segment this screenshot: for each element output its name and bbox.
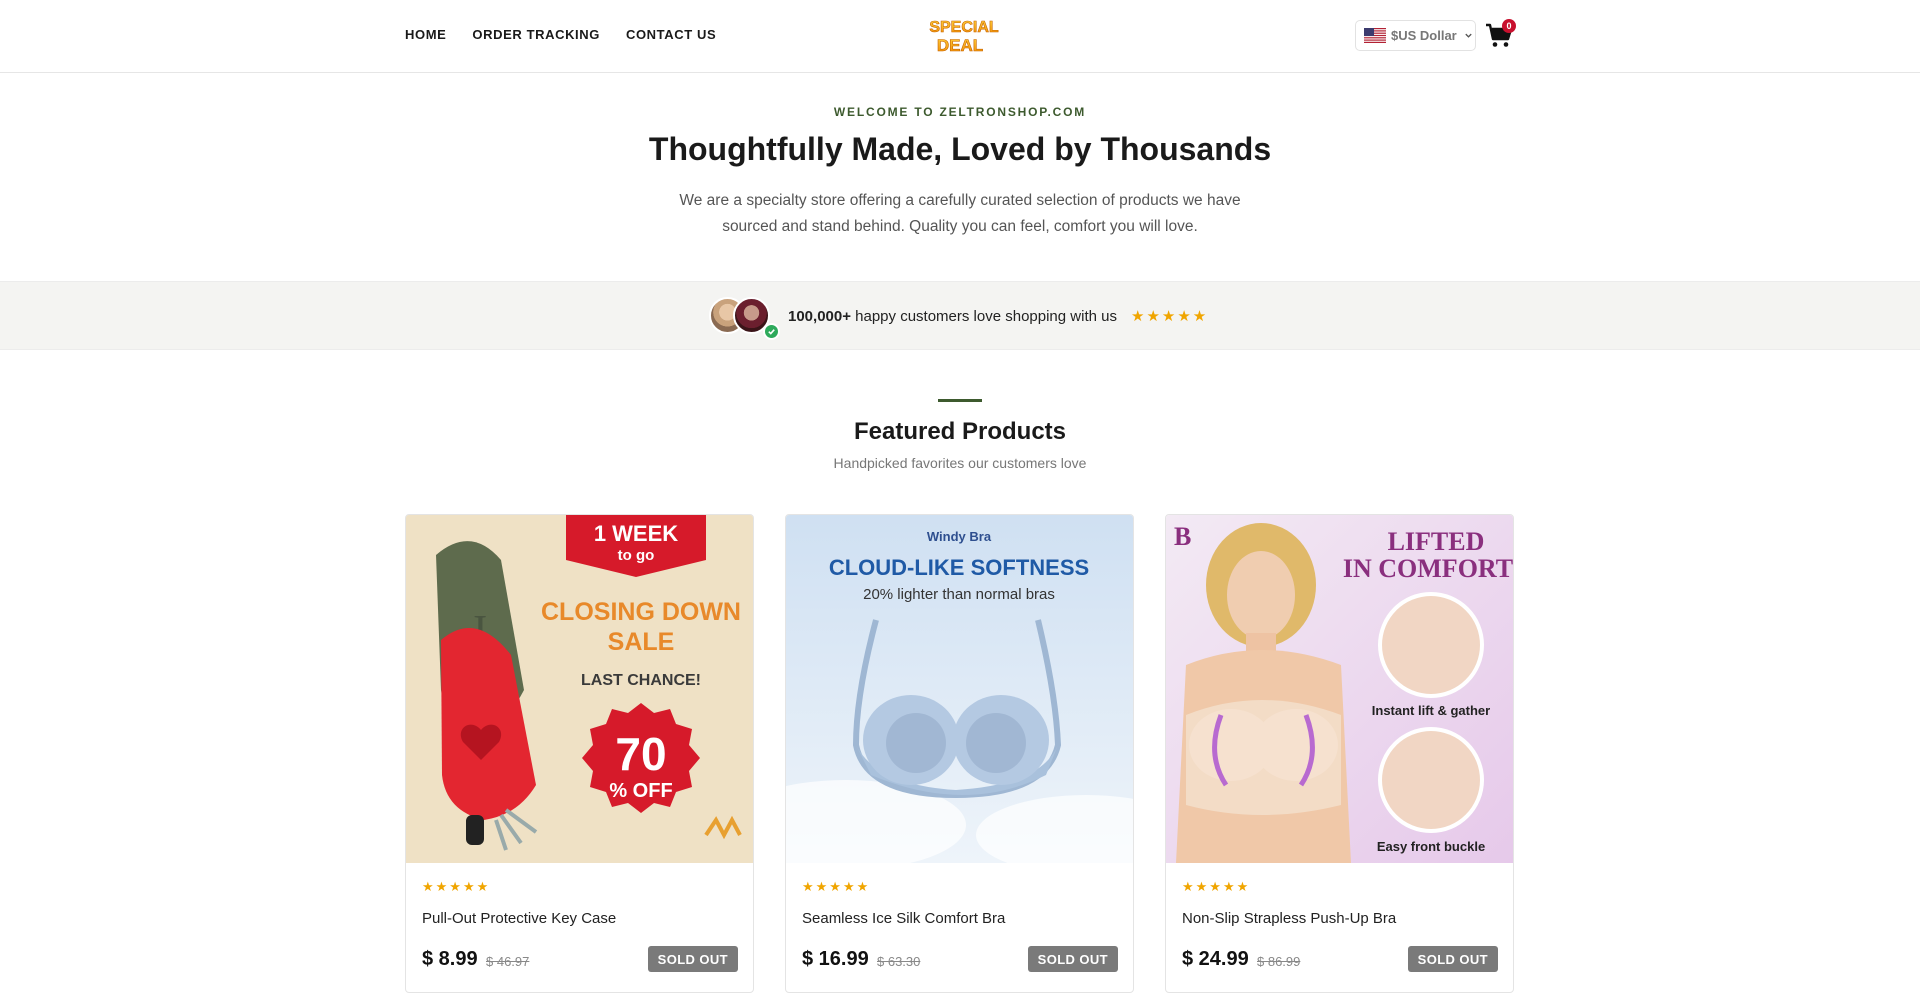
svg-text:70: 70 [615, 728, 666, 780]
logo-text-top: SPECIAL [929, 19, 999, 36]
special-deal-logo[interactable]: SPECIAL DEAL [926, 14, 1002, 56]
featured-subtitle: Handpicked favorites our customers love [833, 455, 1087, 471]
svg-text:Instant lift & gather: Instant lift & gather [1372, 703, 1490, 718]
product-old-price: $ 86.99 [1257, 954, 1301, 969]
svg-text:20% lighter than normal bras: 20% lighter than normal bras [863, 586, 1055, 603]
product-card[interactable]: Windy Bra CLOUD-LIKE SOFTNESS 20% lighte… [785, 514, 1134, 993]
product-image[interactable]: J 1 WEEK to go CLOSING DOWN SALE LAST CH… [406, 515, 753, 863]
product-price: $ 16.99 [802, 948, 869, 970]
svg-text:% OFF: % OFF [609, 780, 672, 802]
hero-description: We are a specialty store offering a care… [679, 192, 1241, 235]
svg-text:IN COMFORT: IN COMFORT [1343, 554, 1513, 583]
site-header: HOME ORDER TRACKING CONTACT US SPECIAL D… [0, 0, 1920, 73]
us-flag-icon [1364, 28, 1386, 43]
product-image[interactable]: Windy Bra CLOUD-LIKE SOFTNESS 20% lighte… [786, 515, 1133, 863]
social-proof-text: 100,000+ happy customers love shopping w… [788, 308, 1117, 325]
cart-count-badge: 0 [1502, 19, 1516, 33]
svg-text:Easy front buckle: Easy front buckle [1377, 839, 1485, 854]
svg-text:LAST CHANCE!: LAST CHANCE! [581, 672, 701, 689]
featured-title: Featured Products [853, 418, 1067, 445]
svg-text:to go: to go [618, 547, 655, 564]
svg-text:CLOUD-LIKE SOFTNESS: CLOUD-LIKE SOFTNESS [829, 555, 1089, 580]
svg-text:LIFTED: LIFTED [1388, 527, 1485, 556]
hero-eyebrow: WELCOME TO ZELTRONSHOP.COM [833, 105, 1087, 119]
section-divider [938, 399, 982, 402]
customer-count: 100,000+ [788, 308, 851, 325]
product-rating: ★★★★★ [1182, 879, 1251, 894]
svg-text:B: B [1174, 522, 1191, 551]
verified-check-icon [763, 323, 780, 340]
product-rating: ★★★★★ [802, 879, 871, 894]
social-proof-message: happy customers love shopping with us [850, 308, 1117, 325]
svg-text:SALE: SALE [608, 628, 675, 656]
logo-text-bottom: DEAL [937, 36, 983, 55]
hero-title: Thoughtfully Made, Loved by Thousands [648, 131, 1272, 167]
currency-label: $US Dollar [1391, 28, 1457, 43]
currency-selector[interactable]: $US Dollar [1355, 20, 1476, 51]
social-proof-bar: 100,000+ happy customers love shopping w… [0, 281, 1920, 350]
product-name[interactable]: Pull-Out Protective Key Case [422, 910, 616, 927]
product-rating: ★★★★★ [422, 879, 491, 894]
product-name[interactable]: Seamless Ice Silk Comfort Bra [802, 910, 1005, 927]
product-card[interactable]: J 1 WEEK to go CLOSING DOWN SALE LAST CH… [405, 514, 754, 993]
product-price: $ 8.99 [422, 948, 478, 970]
product-card[interactable]: B LIFTED IN COMFORT Instant lift & gathe… [1165, 514, 1514, 993]
sold-out-badge: SOLD OUT [1027, 946, 1118, 972]
customer-avatars [709, 297, 780, 340]
product-old-price: $ 46.97 [486, 954, 530, 969]
main-nav: HOME ORDER TRACKING CONTACT US [405, 27, 716, 42]
svg-text:1 WEEK: 1 WEEK [594, 521, 678, 546]
product-old-price: $ 63.30 [877, 954, 921, 969]
sold-out-badge: SOLD OUT [1407, 946, 1498, 972]
product-image[interactable]: B LIFTED IN COMFORT Instant lift & gathe… [1166, 515, 1513, 863]
product-price: $ 24.99 [1182, 948, 1249, 970]
product-name[interactable]: Non-Slip Strapless Push-Up Bra [1182, 910, 1396, 927]
chevron-down-icon [1465, 33, 1472, 38]
svg-text:Windy Bra: Windy Bra [927, 529, 992, 544]
sold-out-badge: SOLD OUT [647, 946, 738, 972]
nav-order-tracking[interactable]: ORDER TRACKING [472, 27, 600, 42]
nav-contact-us[interactable]: CONTACT US [626, 27, 716, 42]
svg-text:CLOSING DOWN: CLOSING DOWN [541, 598, 741, 626]
rating-stars: ★★★★★ [1131, 308, 1209, 325]
nav-home[interactable]: HOME [405, 27, 446, 42]
